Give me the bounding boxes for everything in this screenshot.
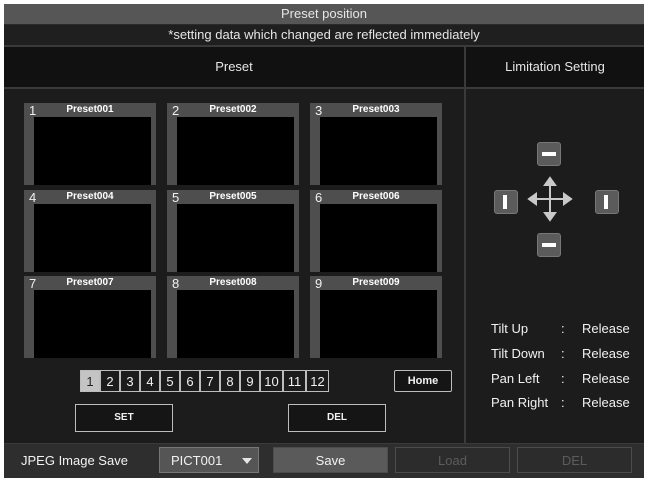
- preset-tile-9[interactable]: Preset009 9: [310, 276, 442, 358]
- preset-thumbnail: [177, 117, 294, 185]
- page-button-9[interactable]: 9: [240, 370, 260, 392]
- preset-thumbnail: [34, 204, 151, 272]
- preset-tile-5[interactable]: Preset005 5: [167, 190, 299, 272]
- jpeg-image-save-label: JPEG Image Save: [21, 453, 128, 468]
- preset-name: Preset001: [66, 104, 114, 115]
- pan-right-limit-button[interactable]: [595, 190, 619, 214]
- preset-position-window: Preset position *setting data which chan…: [4, 4, 644, 478]
- window-title: Preset position: [4, 4, 644, 25]
- preset-name: Preset009: [352, 277, 400, 288]
- preset-thumbnail: [177, 290, 294, 358]
- preset-tile-6[interactable]: Preset006 6: [310, 190, 442, 272]
- preset-name: Preset005: [209, 191, 257, 202]
- preset-name: Preset008: [209, 277, 257, 288]
- page-button-10[interactable]: 10: [260, 370, 283, 392]
- page-button-4[interactable]: 4: [140, 370, 160, 392]
- preset-number: 9: [315, 276, 323, 291]
- page-button-6[interactable]: 6: [180, 370, 200, 392]
- page-button-1[interactable]: 1: [80, 370, 100, 392]
- page-button-12[interactable]: 12: [306, 370, 329, 392]
- jpeg-file-select[interactable]: PICT001: [159, 447, 259, 473]
- page-button-3[interactable]: 3: [120, 370, 140, 392]
- preset-tile-3[interactable]: Preset003 3: [310, 103, 442, 185]
- home-button[interactable]: Home: [394, 370, 452, 392]
- preset-number: 3: [315, 103, 323, 118]
- preset-tile-1[interactable]: Preset001 1: [24, 103, 156, 185]
- preset-thumbnail: [320, 117, 437, 185]
- limitation-setting-header: Limitation Setting: [466, 47, 644, 87]
- preset-number: 7: [29, 276, 37, 291]
- preset-tile-4[interactable]: Preset004 4: [24, 190, 156, 272]
- preset-number: 4: [29, 190, 37, 205]
- immediate-reflect-notice: *setting data which changed are reflecte…: [4, 25, 644, 45]
- preset-tile-8[interactable]: Preset008 8: [167, 276, 299, 358]
- preset-name: Preset007: [66, 277, 114, 288]
- preset-header: Preset: [4, 47, 464, 87]
- tilt-up-limit-button[interactable]: [537, 142, 561, 166]
- jpeg-del-button[interactable]: DEL: [517, 447, 632, 473]
- set-button[interactable]: SET: [75, 404, 173, 432]
- page-button-8[interactable]: 8: [220, 370, 240, 392]
- preset-number: 8: [172, 276, 180, 291]
- page-button-5[interactable]: 5: [160, 370, 180, 392]
- preset-thumbnail: [320, 204, 437, 272]
- del-button[interactable]: DEL: [288, 404, 386, 432]
- preset-number: 2: [172, 103, 180, 118]
- tilt-down-limit-button[interactable]: [537, 233, 561, 257]
- preset-thumbnail: [177, 204, 294, 272]
- preset-number: 5: [172, 190, 180, 205]
- preset-thumbnail: [320, 290, 437, 358]
- preset-name: Preset002: [209, 104, 257, 115]
- preset-tile-7[interactable]: Preset007 7: [24, 276, 156, 358]
- preset-name: Preset003: [352, 104, 400, 115]
- dropdown-arrow-icon: [242, 458, 252, 464]
- jpeg-load-button[interactable]: Load: [395, 447, 510, 473]
- preset-name: Preset004: [66, 191, 114, 202]
- page-button-11[interactable]: 11: [283, 370, 306, 392]
- move-arrows-icon: [527, 176, 573, 222]
- preset-number: 6: [315, 190, 323, 205]
- page-button-7[interactable]: 7: [200, 370, 220, 392]
- preset-name: Preset006: [352, 191, 400, 202]
- preset-thumbnail: [34, 117, 151, 185]
- page-button-2[interactable]: 2: [100, 370, 120, 392]
- preset-number: 1: [29, 103, 37, 118]
- preset-tile-2[interactable]: Preset002 2: [167, 103, 299, 185]
- jpeg-save-button[interactable]: Save: [273, 447, 388, 473]
- preset-thumbnail: [34, 290, 151, 358]
- selected-file: PICT001: [171, 453, 223, 468]
- pan-left-limit-button[interactable]: [494, 190, 518, 214]
